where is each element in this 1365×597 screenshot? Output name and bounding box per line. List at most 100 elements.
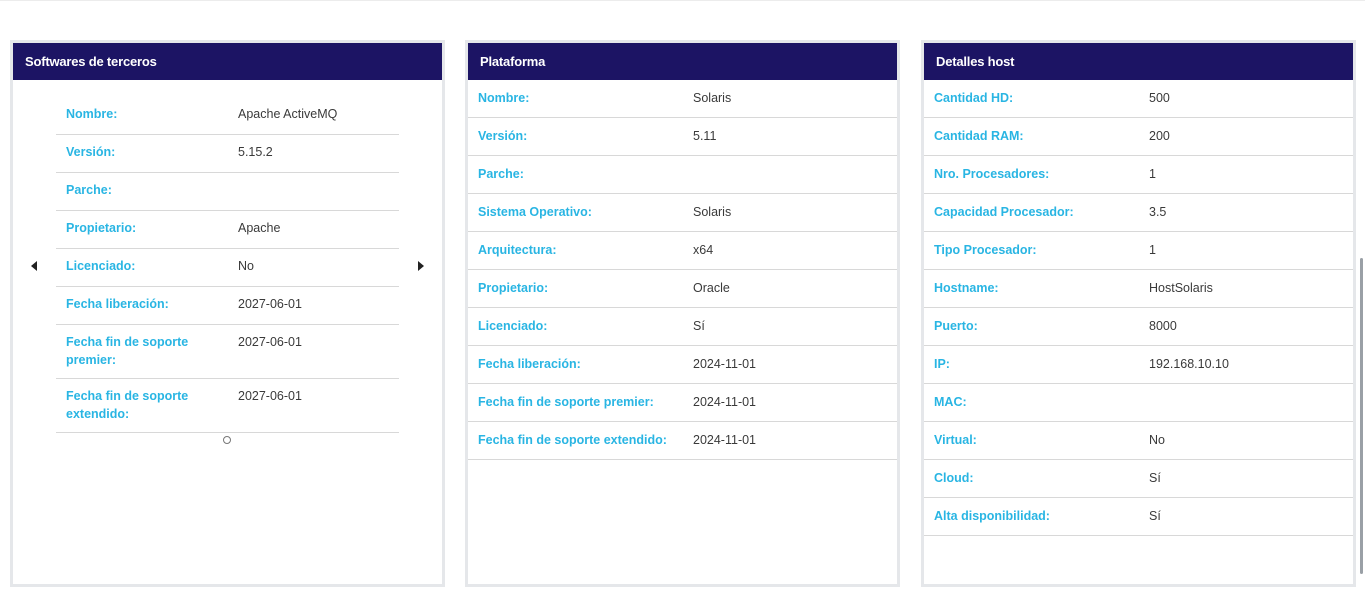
field-label: Sistema Operativo: — [478, 205, 592, 219]
table-row: Nro. Procesadores: 1 — [924, 156, 1353, 194]
field-label: Fecha liberación: — [66, 297, 169, 311]
field-label: Fecha fin de soporte premier: — [478, 395, 654, 409]
field-label: Versión: — [478, 129, 528, 143]
field-label: IP: — [934, 357, 950, 371]
field-value: Sí — [1149, 509, 1161, 523]
field-label: Fecha liberación: — [478, 357, 581, 371]
table-row: Fecha fin de soporte premier: 2027-06-01 — [56, 325, 399, 379]
table-row: Parche: — [56, 173, 399, 211]
table-row: Capacidad Procesador: 3.5 — [924, 194, 1353, 232]
page-scrollbar[interactable] — [1360, 258, 1363, 574]
field-label: Versión: — [66, 145, 116, 159]
field-label: Nro. Procesadores: — [934, 167, 1050, 181]
field-label: Cantidad RAM: — [934, 129, 1024, 143]
field-value: Apache — [238, 221, 281, 235]
table-row: Versión: 5.11 — [468, 118, 897, 156]
table-row: Arquitectura: x64 — [468, 232, 897, 270]
table-row: Sistema Operativo: Solaris — [468, 194, 897, 232]
table-row: Cantidad RAM: 200 — [924, 118, 1353, 156]
table-row: Fecha liberación: 2027-06-01 — [56, 287, 399, 325]
field-label: Nombre: — [478, 91, 530, 105]
table-row: Nombre: Solaris — [468, 80, 897, 118]
field-label: Parche: — [478, 167, 524, 181]
field-value: Apache ActiveMQ — [238, 107, 338, 121]
platform-panel: Plataforma Nombre: Solaris Versión: 5.11… — [465, 40, 900, 587]
field-value: 500 — [1149, 91, 1170, 105]
table-row: Virtual: No — [924, 422, 1353, 460]
field-label: Arquitectura: — [478, 243, 557, 257]
table-row: Licenciado: No — [56, 249, 399, 287]
field-value: 1 — [1149, 243, 1156, 257]
table-row: Parche: — [468, 156, 897, 194]
panel-title: Softwares de terceros — [13, 43, 442, 80]
field-label: Nombre: — [66, 107, 118, 121]
field-label: Virtual: — [934, 433, 977, 447]
field-value: 2024-11-01 — [693, 395, 757, 409]
carousel-dot-icon[interactable] — [223, 436, 231, 444]
platform-details-table: Nombre: Solaris Versión: 5.11 Parche: Si… — [468, 80, 897, 460]
field-value: 3.5 — [1149, 205, 1167, 219]
table-row: Hostname: HostSolaris — [924, 270, 1353, 308]
table-row: Cloud: Sí — [924, 460, 1353, 498]
table-row: Fecha fin de soporte extendido: 2024-11-… — [468, 422, 897, 460]
field-label: Licenciado: — [66, 259, 136, 273]
field-label: Hostname: — [934, 281, 999, 295]
field-value: 2027-06-01 — [238, 297, 302, 311]
field-value: 2027-06-01 — [238, 335, 302, 349]
caret-right-icon[interactable] — [418, 261, 424, 271]
field-value: Oracle — [693, 281, 730, 295]
field-value: Sí — [693, 319, 705, 333]
table-row: Versión: 5.15.2 — [56, 135, 399, 173]
caret-left-icon[interactable] — [31, 261, 37, 271]
field-value: 2027-06-01 — [238, 389, 302, 403]
third-party-software-panel: Softwares de terceros Nombre: Apache Act… — [10, 40, 445, 587]
field-value: 5.15.2 — [238, 145, 273, 159]
table-row: IP: 192.168.10.10 — [924, 346, 1353, 384]
table-row: Tipo Procesador: 1 — [924, 232, 1353, 270]
field-label: Fecha fin de soporte premier: — [66, 335, 189, 367]
field-label: Alta disponibilidad: — [934, 509, 1050, 523]
table-row: Cantidad HD: 500 — [924, 80, 1353, 118]
table-row: Licenciado: Sí — [468, 308, 897, 346]
table-row: Fecha fin de soporte extendido: 2027-06-… — [56, 379, 399, 433]
field-value: 8000 — [1149, 319, 1177, 333]
field-label: Propietario: — [478, 281, 549, 295]
field-value: 2024-11-01 — [693, 433, 757, 447]
field-label: Fecha fin de soporte extendido: — [66, 389, 189, 421]
table-row: Fecha fin de soporte premier: 2024-11-01 — [468, 384, 897, 422]
field-value: 192.168.10.10 — [1149, 357, 1229, 371]
field-label: Fecha fin de soporte extendido: — [478, 433, 667, 447]
panel-title: Plataforma — [468, 43, 897, 80]
software-details-table: Nombre: Apache ActiveMQ Versión: 5.15.2 … — [56, 97, 399, 433]
field-value: No — [1149, 433, 1165, 447]
field-value: Solaris — [693, 91, 732, 105]
field-label: Cloud: — [934, 471, 974, 485]
table-row: Nombre: Apache ActiveMQ — [56, 97, 399, 135]
field-value: Solaris — [693, 205, 732, 219]
field-value: x64 — [693, 243, 714, 257]
field-label: Parche: — [66, 183, 112, 197]
field-label: MAC: — [934, 395, 967, 409]
host-details-panel: Detalles host Cantidad HD: 500 Cantidad … — [921, 40, 1356, 587]
field-label: Licenciado: — [478, 319, 548, 333]
field-value: 200 — [1149, 129, 1170, 143]
table-row: Fecha liberación: 2024-11-01 — [468, 346, 897, 384]
field-value: 2024-11-01 — [693, 357, 757, 371]
table-row: Alta disponibilidad: Sí — [924, 498, 1353, 536]
table-row: Propietario: Apache — [56, 211, 399, 249]
panel-title: Detalles host — [924, 43, 1353, 80]
field-label: Puerto: — [934, 319, 978, 333]
field-value: HostSolaris — [1149, 281, 1213, 295]
table-row: Puerto: 8000 — [924, 308, 1353, 346]
field-label: Tipo Procesador: — [934, 243, 1037, 257]
field-label: Cantidad HD: — [934, 91, 1014, 105]
field-value: 1 — [1149, 167, 1156, 181]
field-label: Propietario: — [66, 221, 137, 235]
field-label: Capacidad Procesador: — [934, 205, 1074, 219]
field-value: 5.11 — [693, 129, 717, 143]
host-details-table: Cantidad HD: 500 Cantidad RAM: 200 Nro. … — [924, 80, 1353, 536]
field-value: No — [238, 259, 254, 273]
table-row: MAC: — [924, 384, 1353, 422]
top-divider — [0, 0, 1365, 1]
field-value: Sí — [1149, 471, 1161, 485]
